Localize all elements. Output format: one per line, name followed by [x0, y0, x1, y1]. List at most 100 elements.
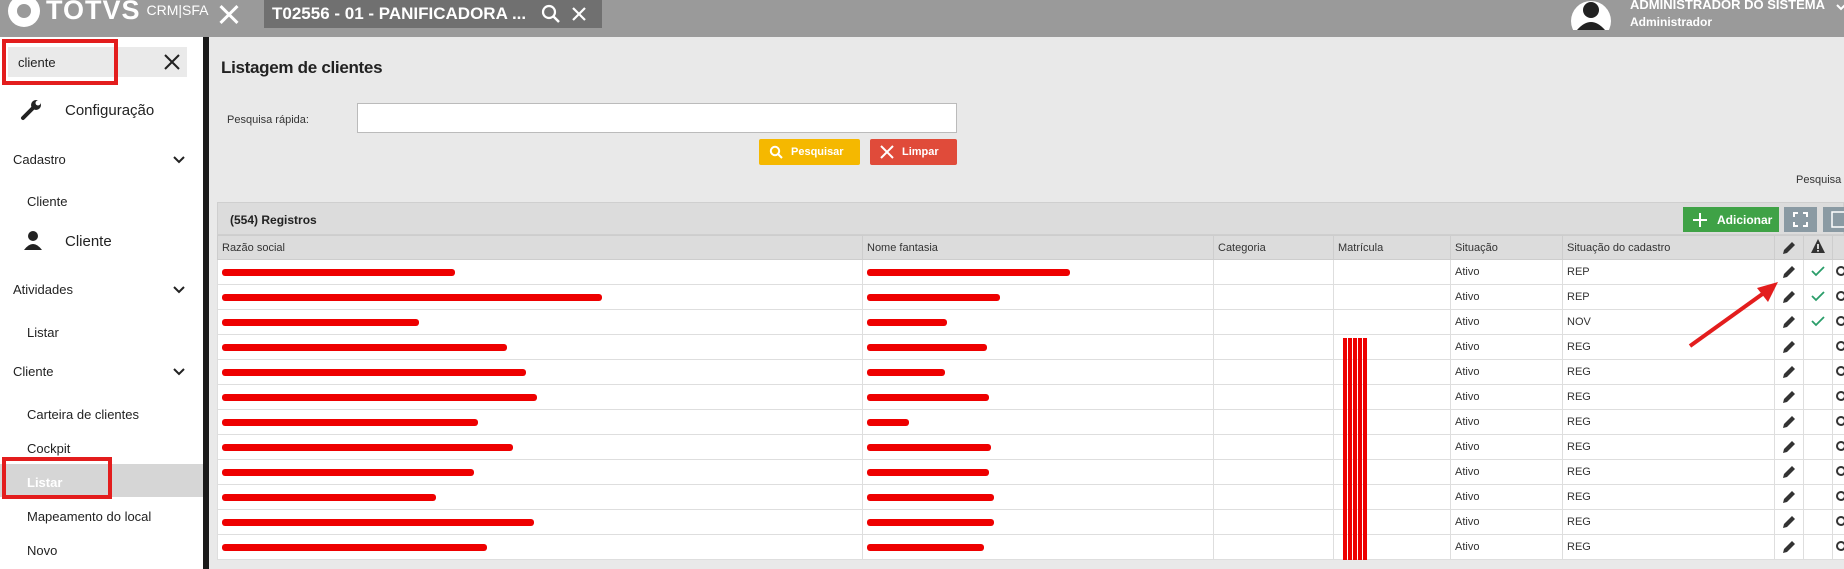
- chevron-down-icon[interactable]: [1836, 2, 1844, 12]
- pencil-icon[interactable]: [1780, 263, 1798, 281]
- add-button-label: Adicionar: [1717, 212, 1773, 227]
- search-icon[interactable]: [540, 3, 562, 25]
- table-row[interactable]: Ativo REG: [217, 534, 1844, 560]
- cell-edit: [1774, 434, 1804, 460]
- table-row[interactable]: Ativo REG: [217, 359, 1844, 385]
- user-role: Administrador: [1630, 15, 1713, 29]
- redaction-mark: [222, 368, 526, 376]
- table-row[interactable]: Ativo REG: [217, 334, 1844, 360]
- pencil-icon[interactable]: [1780, 413, 1798, 431]
- eye-icon[interactable]: [1833, 465, 1844, 477]
- redaction-mark: [222, 418, 478, 426]
- eye-icon[interactable]: [1833, 440, 1844, 452]
- cell-situacao: Ativo: [1450, 484, 1563, 510]
- cell-situacao-cadastro: REG: [1562, 484, 1775, 510]
- advanced-search-link[interactable]: Pesquisa avançada: [1796, 174, 1844, 186]
- pencil-icon[interactable]: [1780, 513, 1798, 531]
- cell-nome-fantasia: [862, 284, 1214, 310]
- eye-icon[interactable]: [1833, 340, 1844, 352]
- column-view: [1832, 235, 1844, 260]
- eye-icon[interactable]: [1833, 515, 1844, 527]
- cell-nome-fantasia: [862, 359, 1214, 385]
- table-row[interactable]: Ativo REG: [217, 434, 1844, 460]
- eye-icon[interactable]: [1833, 540, 1844, 552]
- pencil-icon[interactable]: [1780, 363, 1798, 381]
- pencil-icon[interactable]: [1780, 288, 1798, 306]
- grid-toolbar: (554) Registros Adicionar: [217, 202, 1844, 235]
- eye-icon[interactable]: [1833, 365, 1844, 377]
- cell-categoria: [1213, 509, 1334, 535]
- column-matricula[interactable]: Matrícula: [1333, 235, 1451, 260]
- sidebar-section-cliente[interactable]: Cliente: [13, 364, 53, 379]
- pencil-icon[interactable]: [1780, 338, 1798, 356]
- chevron-down-icon[interactable]: [172, 367, 186, 377]
- cell-razao-social: [217, 484, 863, 510]
- add-button[interactable]: Adicionar: [1683, 207, 1779, 232]
- pencil-icon[interactable]: [1780, 538, 1798, 556]
- sidebar-item-mapeamento[interactable]: Mapeamento do local: [27, 509, 151, 524]
- table-row[interactable]: Ativo REG: [217, 459, 1844, 485]
- cell-view: [1832, 259, 1844, 285]
- table-row[interactable]: Ativo REG: [217, 484, 1844, 510]
- cell-situacao: Ativo: [1450, 359, 1563, 385]
- eye-icon[interactable]: [1833, 415, 1844, 427]
- table-row[interactable]: Ativo REG: [217, 409, 1844, 435]
- search-button[interactable]: Pesquisar: [759, 139, 860, 165]
- quick-search-input[interactable]: [357, 103, 957, 133]
- table-row[interactable]: Ativo REP: [217, 259, 1844, 285]
- eye-icon[interactable]: [1833, 315, 1844, 327]
- chevron-down-icon[interactable]: [172, 285, 186, 295]
- redaction-mark: [867, 343, 987, 351]
- redaction-mark: [222, 393, 537, 401]
- pencil-icon[interactable]: [1780, 438, 1798, 456]
- pencil-icon[interactable]: [1780, 388, 1798, 406]
- sidebar-section-atividades[interactable]: Atividades: [13, 282, 73, 297]
- table-row[interactable]: Ativo REP: [217, 284, 1844, 310]
- cell-edit: [1774, 459, 1804, 485]
- sidebar-item-cockpit[interactable]: Cockpit: [27, 441, 70, 456]
- pencil-icon[interactable]: [1780, 488, 1798, 506]
- clear-search-icon[interactable]: [163, 53, 181, 71]
- clear-button-label: Limpar: [902, 146, 939, 158]
- cell-razao-social: [217, 459, 863, 485]
- column-razao-social[interactable]: Razão social: [217, 235, 863, 260]
- eye-icon[interactable]: [1833, 490, 1844, 502]
- export-button[interactable]: [1823, 207, 1844, 232]
- logo-subtitle: CRM|SFA: [146, 2, 209, 18]
- column-situacao-cadastro[interactable]: Situação do cadastro: [1562, 235, 1775, 260]
- column-nome-fantasia[interactable]: Nome fantasia: [862, 235, 1214, 260]
- open-record-tab[interactable]: T02556 - 01 - PANIFICADORA ...: [264, 0, 602, 28]
- redaction-mark: [222, 443, 513, 451]
- pencil-icon[interactable]: [1780, 313, 1798, 331]
- eye-icon[interactable]: [1833, 265, 1844, 277]
- sidebar-section-cadastro[interactable]: Cadastro: [13, 152, 66, 167]
- eye-icon[interactable]: [1833, 290, 1844, 302]
- fullscreen-button[interactable]: [1784, 207, 1817, 232]
- sidebar-item-atividades-listar[interactable]: Listar: [27, 325, 59, 340]
- eye-icon[interactable]: [1833, 390, 1844, 402]
- pencil-icon[interactable]: [1780, 463, 1798, 481]
- sidebar-item-cadastro-cliente[interactable]: Cliente: [27, 194, 67, 209]
- cell-view: [1832, 534, 1844, 560]
- table-row[interactable]: Ativo REG: [217, 509, 1844, 535]
- sidebar-item-novo[interactable]: Novo: [27, 543, 57, 558]
- sidebar-item-carteira[interactable]: Carteira de clientes: [27, 407, 139, 422]
- column-categoria[interactable]: Categoria: [1213, 235, 1334, 260]
- column-alert: [1803, 235, 1833, 260]
- pencil-icon: [1783, 241, 1795, 254]
- user-name[interactable]: ADMINISTRADOR DO SISTEMA: [1630, 0, 1825, 12]
- redaction-mark: [222, 493, 436, 501]
- user-avatar-icon[interactable]: [1570, 0, 1612, 30]
- column-situacao[interactable]: Situação: [1450, 235, 1563, 260]
- sidebar-item-cliente[interactable]: Cliente: [65, 233, 112, 250]
- clear-button[interactable]: Limpar: [870, 139, 957, 165]
- close-tab-icon[interactable]: [568, 3, 590, 25]
- table-row[interactable]: Ativo REG: [217, 384, 1844, 410]
- close-menu-icon[interactable]: [215, 0, 243, 28]
- redaction-mark: [222, 543, 487, 551]
- check-icon: [1811, 290, 1825, 301]
- sidebar-item-configuracao[interactable]: Configuração: [65, 102, 154, 119]
- chevron-down-icon[interactable]: [172, 155, 186, 165]
- table-row[interactable]: Ativo NOV: [217, 309, 1844, 335]
- check-icon: [1811, 265, 1825, 276]
